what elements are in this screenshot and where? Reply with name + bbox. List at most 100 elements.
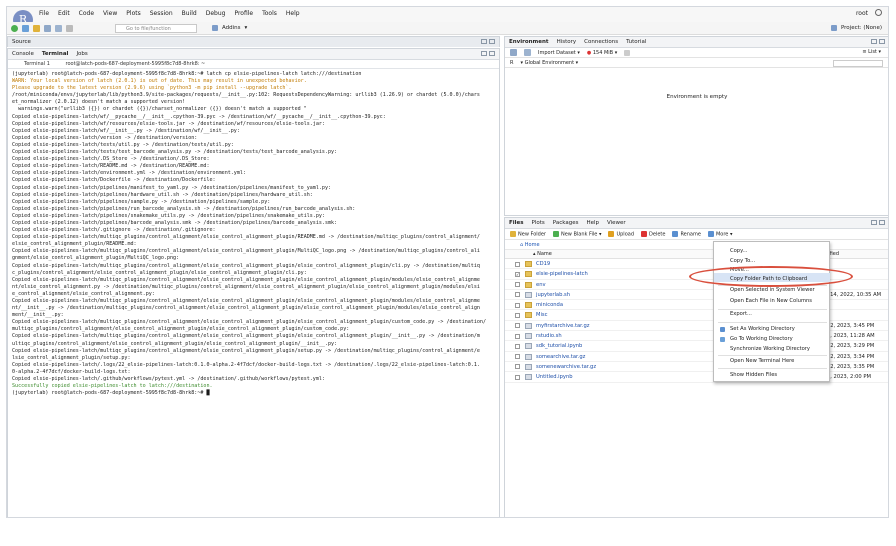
project-menu[interactable]: Project: (None) <box>830 25 882 31</box>
new-file-icon[interactable] <box>11 25 18 32</box>
menu-item-go-to-working-directory[interactable]: Go To Working Directory <box>730 336 793 342</box>
menu-item-open-new-terminal-here[interactable]: Open New Terminal Here <box>730 358 794 364</box>
save-icon[interactable] <box>44 25 51 32</box>
list-view-toggle[interactable]: ≡ List ▾ <box>862 49 881 55</box>
row-checkbox[interactable] <box>515 343 520 349</box>
language-select[interactable]: R <box>510 60 513 66</box>
addins-menu[interactable]: Addins ▾ <box>212 25 247 31</box>
minimize-icon[interactable] <box>481 51 487 56</box>
print-icon[interactable] <box>66 25 73 32</box>
save-all-icon[interactable] <box>55 25 62 32</box>
open-file-icon[interactable] <box>33 25 40 32</box>
file-name[interactable]: CD19 <box>536 259 550 269</box>
menu-code[interactable]: Code <box>79 10 94 17</box>
row-checkbox[interactable] <box>515 312 520 318</box>
row-checkbox[interactable] <box>515 354 520 360</box>
new-blank-file-button[interactable]: New Blank File ▾ <box>552 230 601 237</box>
tab-packages[interactable]: Packages <box>553 220 579 226</box>
menu-tools[interactable]: Tools <box>262 10 277 17</box>
breadcrumb-home[interactable]: Home <box>525 242 540 248</box>
maximize-icon[interactable] <box>879 220 885 225</box>
file-name[interactable]: myfirstarchive.tar.gz <box>536 321 589 331</box>
save-workspace-icon[interactable] <box>524 49 531 56</box>
file-name[interactable]: env <box>536 280 546 290</box>
menu-debug[interactable]: Debug <box>206 10 226 17</box>
load-workspace-icon[interactable] <box>510 49 517 56</box>
tab-help[interactable]: Help <box>586 220 599 226</box>
import-dataset-button[interactable]: Import Dataset ▾ <box>538 50 580 56</box>
file-name[interactable]: Untitled.ipynb <box>536 372 573 382</box>
goto-file-input[interactable]: Go to file/function <box>115 24 197 33</box>
menu-item-synchronize-working-directory[interactable]: Synchronize Working Directory <box>730 346 810 352</box>
upload-button[interactable]: Upload <box>608 230 634 237</box>
name-column-header[interactable]: ▴ Name <box>533 250 552 259</box>
tab-console[interactable]: Console <box>12 51 34 57</box>
file-name[interactable]: jupyterlab.sh <box>536 290 570 300</box>
menu-item-open-each-file-in-new-columns[interactable]: Open Each File in New Columns <box>730 298 812 304</box>
tab-tutorial[interactable]: Tutorial <box>626 39 646 45</box>
file-row[interactable]: Untitled.ipynb n 5, 2023, 2:00 PM <box>505 372 888 383</box>
file-name[interactable]: miniconda <box>536 300 563 310</box>
maximize-icon[interactable] <box>879 39 885 44</box>
maximize-icon[interactable] <box>489 51 495 56</box>
file-name[interactable]: rstudio.sh <box>536 331 562 341</box>
tab-history[interactable]: History <box>557 39 577 45</box>
menu-item-copy-to[interactable]: Copy To... <box>730 258 755 264</box>
menu-edit[interactable]: Edit <box>58 10 70 17</box>
menu-item-show-hidden-files[interactable]: Show Hidden Files <box>730 372 777 378</box>
file-row[interactable]: myfirstarchive.tar.gz n 12, 2023, 3:45 PM <box>505 321 888 332</box>
tab-plots[interactable]: Plots <box>532 220 545 226</box>
terminal-tab-label[interactable]: Terminal 1 <box>24 61 50 67</box>
menu-item-open-selected-in-system-viewer[interactable]: Open Selected in System Viewer <box>730 287 815 293</box>
file-row[interactable]: jupyterlab.sh ep 14, 2022, 10:35 AM <box>505 290 888 301</box>
menu-plots[interactable]: Plots <box>126 10 140 17</box>
minimize-icon[interactable] <box>481 39 487 44</box>
menu-help[interactable]: Help <box>286 10 300 17</box>
tab-connections[interactable]: Connections <box>584 39 618 45</box>
tab-viewer[interactable]: Viewer <box>607 220 626 226</box>
file-row[interactable]: miniconda <box>505 300 888 311</box>
menu-view[interactable]: View <box>103 10 117 17</box>
menu-item-copy[interactable]: Copy... <box>730 248 747 254</box>
minimize-icon[interactable] <box>871 39 877 44</box>
power-icon[interactable] <box>875 9 882 16</box>
new-project-icon[interactable] <box>22 25 29 32</box>
row-checkbox[interactable] <box>515 333 520 339</box>
file-name[interactable]: Misc <box>536 310 547 320</box>
file-row[interactable]: somenewarchive.tar.gz n 12, 2023, 3:35 PM <box>505 362 888 373</box>
menu-profile[interactable]: Profile <box>234 10 253 17</box>
terminal-output[interactable]: (jupyterlab) root@latch-pods-687-deploym… <box>8 69 499 399</box>
row-checkbox[interactable] <box>515 364 520 370</box>
tab-files[interactable]: Files <box>509 220 524 226</box>
scope-select[interactable]: ▾ Global Environment ▾ <box>520 60 578 66</box>
tab-jobs[interactable]: Jobs <box>76 51 87 57</box>
row-checkbox[interactable] <box>515 302 520 308</box>
file-name[interactable]: elsie-pipelines-latch <box>536 269 588 279</box>
file-row[interactable]: somearchive.tar.gz n 12, 2023, 3:34 PM <box>505 352 888 362</box>
memory-usage[interactable]: ● 154 MiB ▾ <box>587 50 617 56</box>
file-name[interactable]: somenewarchive.tar.gz <box>536 362 596 372</box>
menu-session[interactable]: Session <box>150 10 173 17</box>
tab-terminal[interactable]: Terminal <box>42 51 69 57</box>
row-checkbox[interactable] <box>515 292 520 298</box>
file-name[interactable]: somearchive.tar.gz <box>536 352 585 362</box>
row-checkbox[interactable] <box>515 374 520 380</box>
menu-item-set-as-working-directory[interactable]: Set As Working Directory <box>730 326 795 332</box>
broom-icon[interactable] <box>624 49 631 56</box>
minimize-icon[interactable] <box>871 220 877 225</box>
new-folder-button[interactable]: New Folder <box>510 230 546 237</box>
row-checkbox[interactable]: ✓ <box>515 271 520 277</box>
file-row[interactable]: sdk_tutorial.ipynb n 12, 2023, 3:29 PM <box>505 341 888 352</box>
row-checkbox[interactable] <box>515 323 520 329</box>
menu-file[interactable]: File <box>39 10 49 17</box>
menu-item-export[interactable]: Export... <box>730 311 752 317</box>
file-row[interactable]: rstudio.sh n 6, 2023, 11:28 AM <box>505 331 888 342</box>
tab-environment[interactable]: Environment <box>509 39 549 45</box>
delete-button[interactable]: Delete <box>641 230 665 237</box>
maximize-icon[interactable] <box>489 39 495 44</box>
file-name[interactable]: sdk_tutorial.ipynb <box>536 341 582 351</box>
env-search-input[interactable] <box>833 60 883 67</box>
menu-build[interactable]: Build <box>182 10 197 17</box>
file-row[interactable]: Misc <box>505 310 888 321</box>
rename-button[interactable]: Rename <box>672 230 701 237</box>
